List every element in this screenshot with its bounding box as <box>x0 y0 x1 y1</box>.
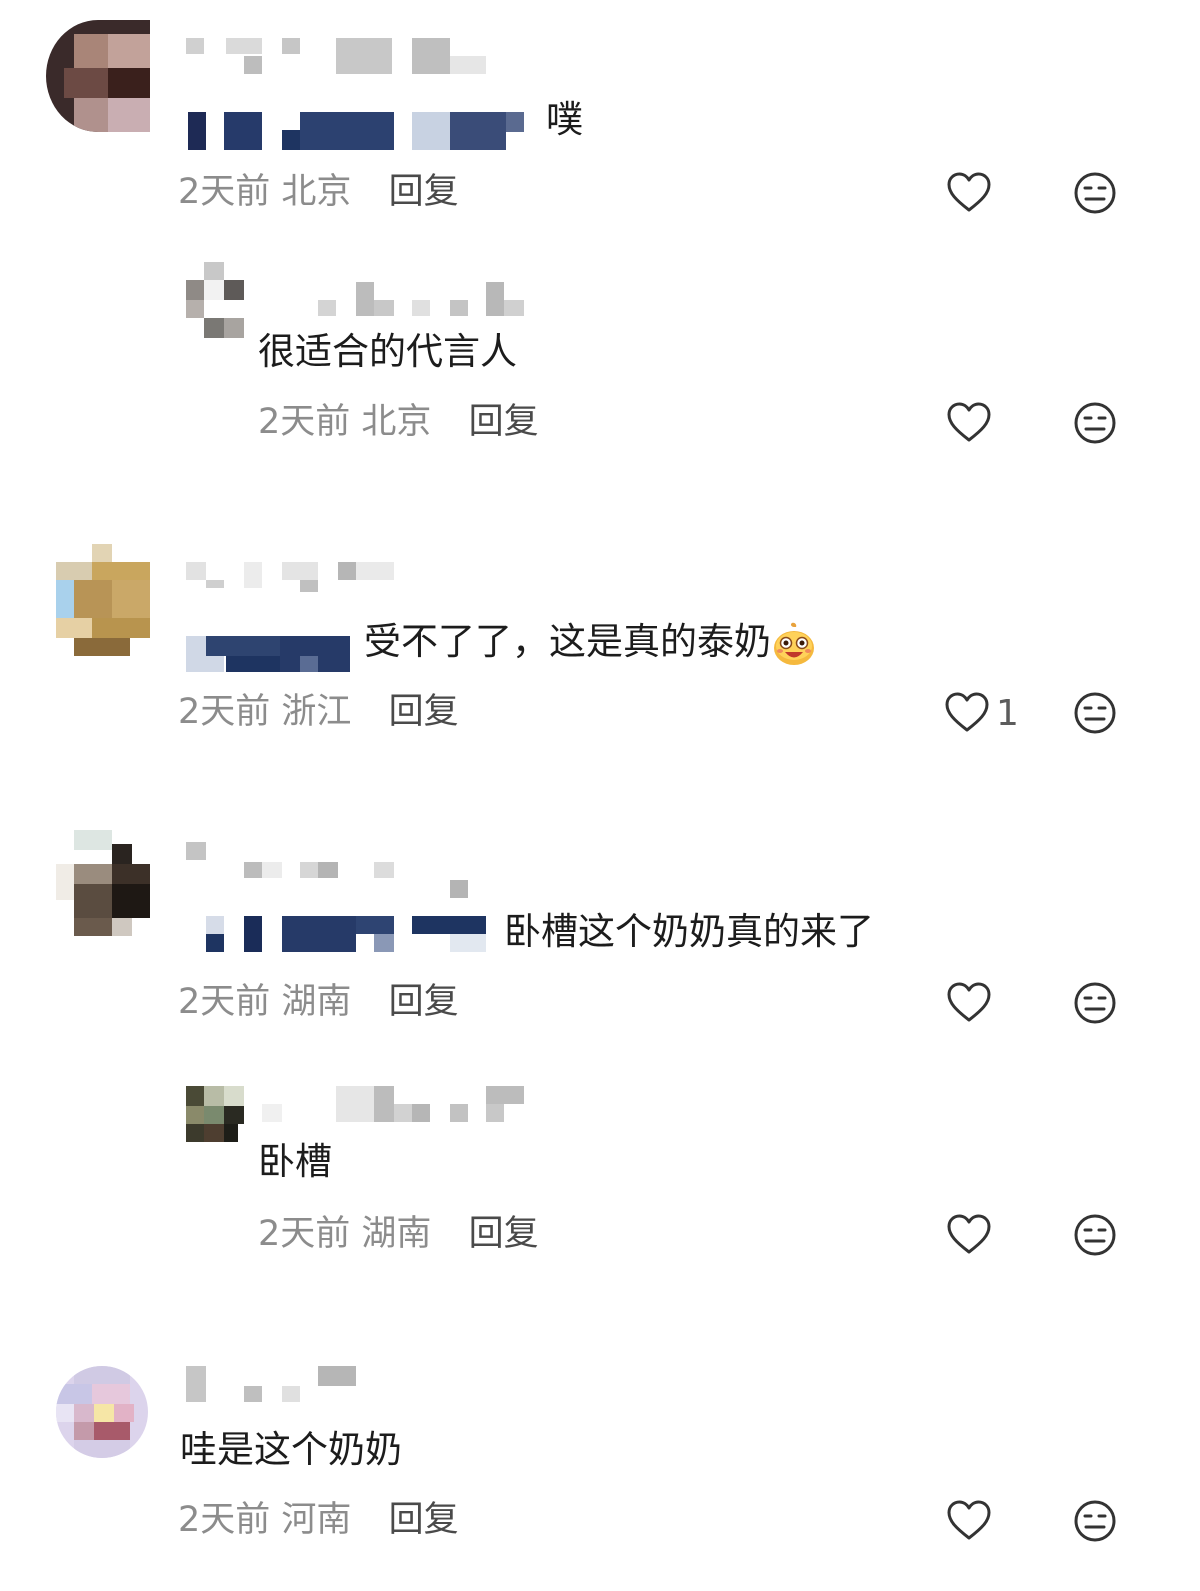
laughing-face-emoji <box>774 622 814 665</box>
heart-outline-icon[interactable] <box>946 400 992 446</box>
reply-button[interactable]: 回复 <box>389 692 459 732</box>
comment-text: 卧槽 <box>258 1140 332 1183</box>
comment-time: 2天前 <box>258 402 351 442</box>
comment-meta: 2天前 浙江 回复 <box>178 692 459 732</box>
comment-location: 河南 <box>281 1500 352 1540</box>
comment-time: 2天前 <box>178 172 271 212</box>
comment-meta: 2天前 湖南 回复 <box>258 1214 539 1254</box>
heart-outline-icon[interactable] <box>944 690 990 736</box>
avatar[interactable] <box>56 830 150 936</box>
avatar[interactable] <box>186 1086 244 1142</box>
reply-button[interactable]: 回复 <box>469 402 539 442</box>
comment-time: 2天前 <box>178 982 271 1022</box>
reply-button[interactable]: 回复 <box>389 172 459 212</box>
comment-text: 很适合的代言人 <box>258 330 517 373</box>
like-count: 1 <box>996 693 1019 734</box>
reply-button[interactable]: 回复 <box>389 1500 459 1540</box>
neutral-face-icon[interactable] <box>1072 690 1118 736</box>
neutral-face-icon[interactable] <box>1072 1498 1118 1544</box>
avatar[interactable] <box>56 544 150 656</box>
comment-text: 噗 <box>546 98 583 141</box>
neutral-face-icon[interactable] <box>1072 980 1118 1026</box>
comment-meta: 2天前 湖南 回复 <box>178 982 459 1022</box>
comment-meta: 2天前 河南 回复 <box>178 1500 459 1540</box>
comment-location: 北京 <box>281 172 352 212</box>
comment-location: 北京 <box>361 402 432 442</box>
comment-text: 卧槽这个奶奶真的来了 <box>504 910 874 953</box>
heart-outline-icon[interactable] <box>946 170 992 216</box>
reply-button[interactable]: 回复 <box>389 982 459 1022</box>
comment-location: 湖南 <box>361 1214 432 1254</box>
comment-time: 2天前 <box>178 1500 271 1540</box>
neutral-face-icon[interactable] <box>1072 1212 1118 1258</box>
comment-time: 2天前 <box>258 1214 351 1254</box>
comment-text: 哇是这个奶奶 <box>180 1428 402 1471</box>
heart-outline-icon[interactable] <box>946 1212 992 1258</box>
avatar[interactable] <box>186 262 244 338</box>
comment-meta: 2天前 北京 回复 <box>178 172 459 212</box>
heart-outline-icon[interactable] <box>946 980 992 1026</box>
comment-location: 浙江 <box>281 692 352 732</box>
reply-button[interactable]: 回复 <box>469 1214 539 1254</box>
avatar[interactable] <box>46 20 150 132</box>
comment-location: 湖南 <box>281 982 352 1022</box>
comment-time: 2天前 <box>178 692 271 732</box>
comment-text: 受不了了，这是真的泰奶 <box>364 620 817 667</box>
comment-meta: 2天前 北京 回复 <box>258 402 539 442</box>
neutral-face-icon[interactable] <box>1072 400 1118 446</box>
comment-text-content: 受不了了，这是真的泰奶 <box>364 620 771 663</box>
heart-outline-icon[interactable] <box>946 1498 992 1544</box>
avatar[interactable] <box>56 1366 148 1458</box>
neutral-face-icon[interactable] <box>1072 170 1118 216</box>
